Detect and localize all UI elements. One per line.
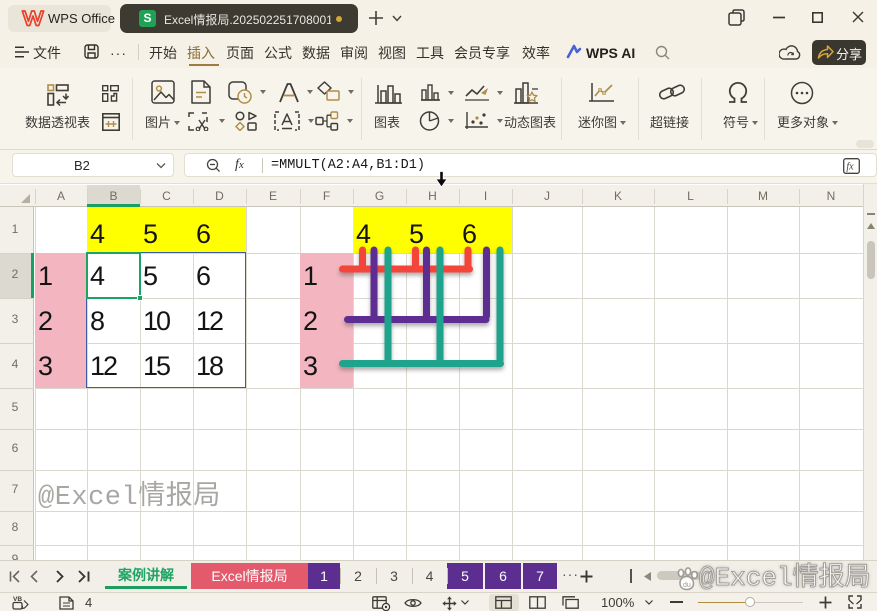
svg-text:du: du — [683, 582, 691, 589]
svg-text:fx: fx — [846, 162, 854, 173]
